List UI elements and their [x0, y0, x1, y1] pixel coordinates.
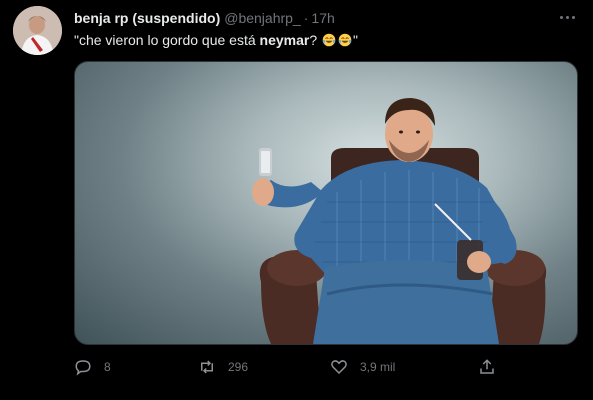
avatar[interactable]: [13, 6, 62, 55]
retweet-icon: [201, 360, 213, 374]
retweet-button[interactable]: 296: [198, 356, 248, 378]
face-with-tears-of-joy-icon: [338, 33, 352, 47]
more-options-button[interactable]: [556, 8, 580, 26]
reply-icon: [75, 360, 91, 376]
tweet-actions: 8 296 3,9 mil: [74, 356, 514, 378]
heart-icon: [331, 360, 347, 375]
tweet-media-image[interactable]: [74, 61, 578, 345]
tweet-text-end: ": [353, 32, 359, 48]
more-horizontal-icon: [560, 16, 563, 19]
display-name[interactable]: benja rp (suspendido): [74, 10, 220, 26]
share-icon: [480, 359, 494, 374]
retweet-count: 296: [228, 360, 249, 374]
timestamp[interactable]: 17h: [311, 10, 334, 26]
like-count: 3,9 mil: [360, 360, 396, 374]
separator-dot: ·: [303, 10, 309, 26]
reply-count: 8: [104, 360, 111, 374]
tweet-text-after: ?: [309, 32, 318, 48]
tweet[interactable]: benja rp (suspendido) @benjahrp_ · 17h "che…: [0, 0, 593, 400]
face-with-tears-of-joy-icon: [322, 33, 336, 47]
tweet-text: "che vieron lo gordo que está neymar? ": [74, 31, 573, 49]
reply-button[interactable]: 8: [74, 356, 111, 378]
share-button[interactable]: [478, 356, 496, 378]
tweet-text-bold: neymar: [259, 32, 310, 48]
tweet-header: benja rp (suspendido) @benjahrp_ · 17h: [74, 9, 573, 27]
user-handle[interactable]: @benjahrp_: [224, 10, 301, 26]
like-button[interactable]: 3,9 mil: [330, 356, 395, 378]
tweet-text-start: "che vieron lo gordo que está: [74, 32, 260, 48]
